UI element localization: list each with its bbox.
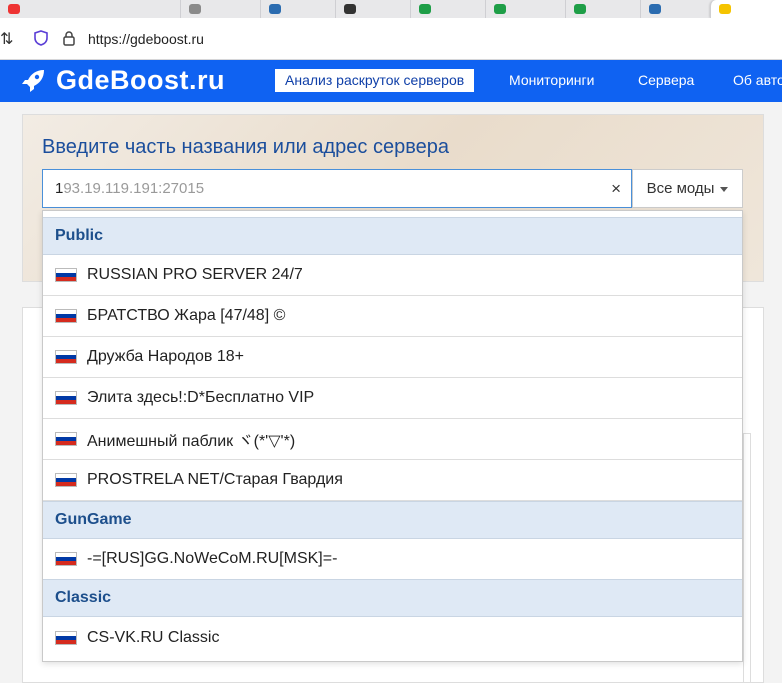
browser-tab[interactable] xyxy=(410,0,485,18)
search-placeholder: 93.19.119.191:27015 xyxy=(63,180,205,197)
russia-flag-icon xyxy=(55,268,77,282)
tab-favicon-icon xyxy=(8,4,20,14)
mode-select-label: Все моды xyxy=(646,180,715,197)
lock-icon[interactable] xyxy=(62,30,76,46)
site-logo[interactable]: GdeBoost.ru xyxy=(56,65,225,96)
search-input-text: 193.19.119.191:27015 xyxy=(55,180,205,197)
server-item[interactable]: Дружба Народов 18+ xyxy=(43,337,742,378)
server-name: RUSSIAN PRO SERVER 24/7 xyxy=(87,266,303,283)
browser-tab-strip xyxy=(0,0,782,18)
search-input[interactable]: 193.19.119.191:27015 × xyxy=(42,169,632,208)
clear-icon[interactable]: × xyxy=(611,179,621,199)
search-title: Введите часть названия или адрес сервера xyxy=(42,136,449,158)
browser-tab-active[interactable] xyxy=(710,0,782,18)
russia-flag-icon xyxy=(55,309,77,323)
tab-favicon-icon xyxy=(719,4,731,14)
server-name: Дружба Народов 18+ xyxy=(87,348,244,365)
browser-url-bar: ⇅ https://gdeboost.ru xyxy=(0,18,782,60)
extensions-icon[interactable]: ⇅ xyxy=(0,29,13,49)
russia-flag-icon xyxy=(55,473,77,487)
browser-tab[interactable] xyxy=(640,0,710,18)
tab-favicon-icon xyxy=(649,4,661,14)
server-name: PROSTRELA NET/Старая Гвардия xyxy=(87,471,343,488)
content-card-edge xyxy=(743,433,751,683)
tab-favicon-icon xyxy=(494,4,506,14)
server-name: -=[RUS]GG.NoWeCoM.RU[MSK]=- xyxy=(87,550,338,567)
server-item[interactable]: -=[RUS]GG.NoWeCoM.RU[MSK]=- xyxy=(43,539,742,580)
browser-tab[interactable] xyxy=(335,0,410,18)
group-header-gungame: GunGame xyxy=(43,501,742,539)
russia-flag-icon xyxy=(55,391,77,405)
server-item[interactable]: PROSTRELA NET/Старая Гвардия xyxy=(43,460,742,501)
browser-tab[interactable] xyxy=(485,0,565,18)
server-name: CS-VK.RU Classic xyxy=(87,628,220,646)
group-header-public: Public xyxy=(43,217,742,255)
autocomplete-dropdown: Public RUSSIAN PRO SERVER 24/7 БРАТСТВО … xyxy=(42,210,743,662)
server-item[interactable]: БРАТСТВО Жара [47/48] © xyxy=(43,296,742,337)
browser-tab[interactable] xyxy=(565,0,640,18)
server-item[interactable]: Анимешный паблик ヾ(*'▽'*) xyxy=(43,419,742,460)
rocket-icon xyxy=(22,70,44,92)
tab-favicon-icon xyxy=(574,4,586,14)
group-header-classic: Classic xyxy=(43,579,742,617)
server-item[interactable]: Элита здесь!:D*Бесплатно VIP xyxy=(43,378,742,419)
nav-item-analysis[interactable]: Анализ раскруток серверов xyxy=(275,69,475,92)
tab-favicon-icon xyxy=(189,4,201,14)
tab-favicon-icon xyxy=(344,4,356,14)
browser-tab[interactable] xyxy=(260,0,335,18)
russia-flag-icon xyxy=(55,432,77,446)
server-item[interactable]: CS-VK.RU Classic xyxy=(43,617,742,658)
server-name: БРАТСТВО Жара [47/48] © xyxy=(87,307,286,324)
russia-flag-icon xyxy=(55,350,77,364)
server-item[interactable]: RUSSIAN PRO SERVER 24/7 xyxy=(43,255,742,296)
nav-item-monitorings[interactable]: Мониторинги xyxy=(509,72,594,88)
nav-item-servers[interactable]: Сервера xyxy=(638,72,694,88)
chevron-down-icon xyxy=(720,187,729,192)
tab-favicon-icon xyxy=(269,4,281,14)
mode-select-button[interactable]: Все моды xyxy=(632,169,743,208)
site-header: GdeBoost.ru Анализ раскруток серверов Мо… xyxy=(0,60,782,102)
browser-tab[interactable] xyxy=(180,0,260,18)
server-name: Элита здесь!:D*Бесплатно VIP xyxy=(87,389,315,406)
shield-icon[interactable] xyxy=(34,30,48,46)
russia-flag-icon xyxy=(55,630,77,645)
nav-item-about[interactable]: Об авто xyxy=(733,72,782,88)
browser-tab[interactable] xyxy=(0,0,60,18)
url-text[interactable]: https://gdeboost.ru xyxy=(88,31,204,47)
server-name: Анимешный паблик ヾ(*'▽'*) xyxy=(87,433,296,450)
tab-favicon-icon xyxy=(419,4,431,14)
russia-flag-icon xyxy=(55,552,77,566)
